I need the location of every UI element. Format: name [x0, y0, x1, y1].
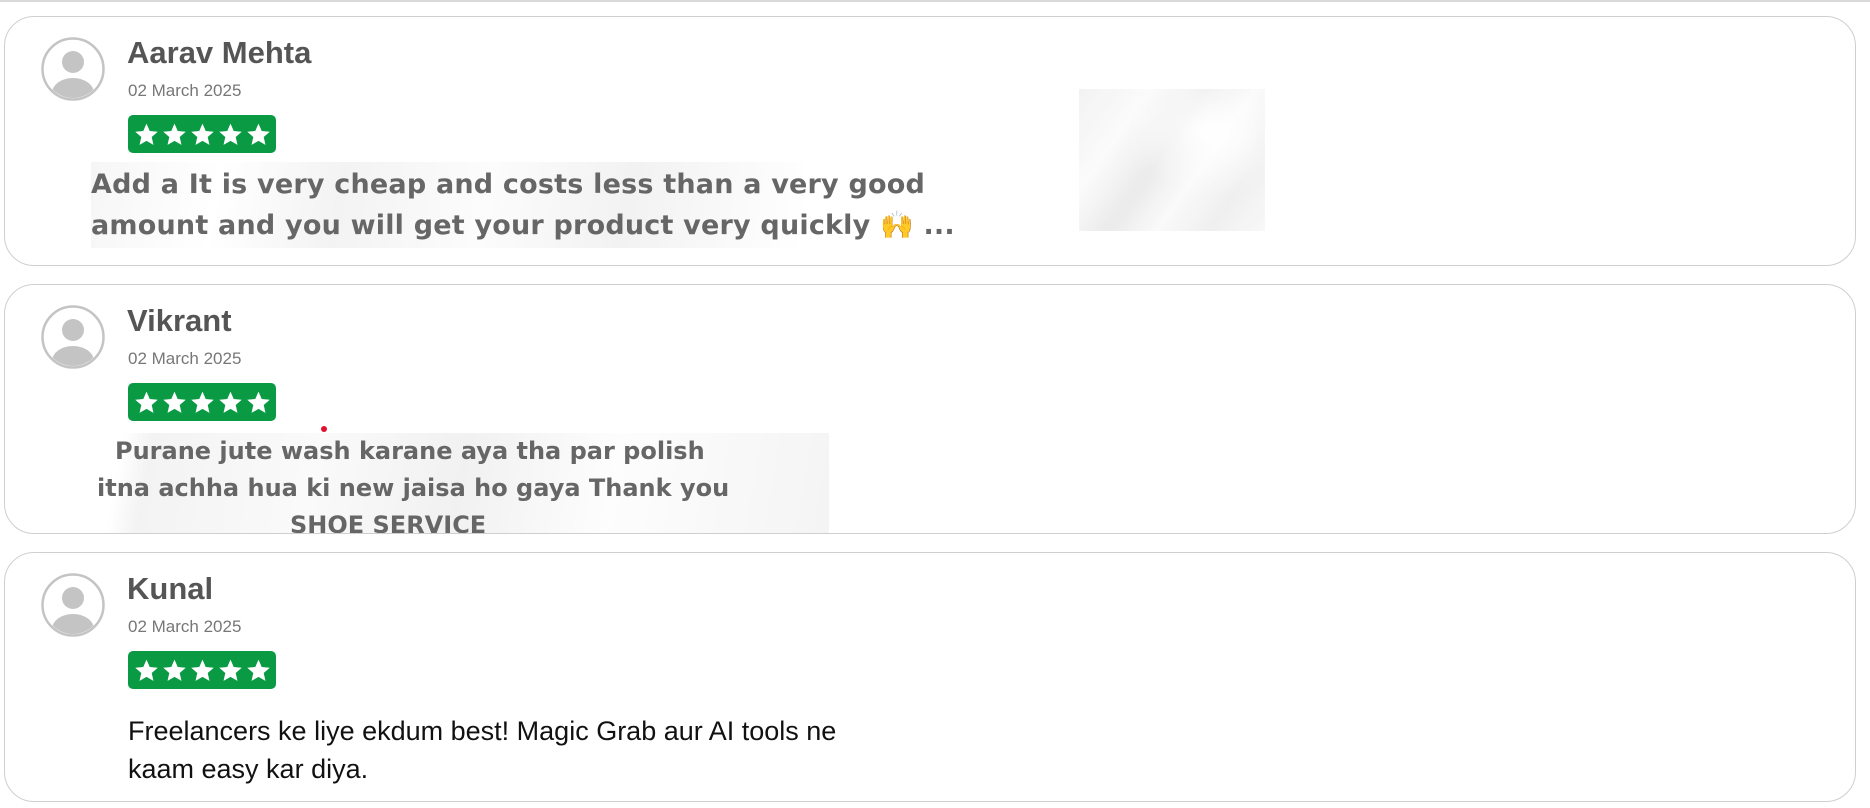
review-card: Kunal 02 March 2025 Freelancers ke liye …	[4, 552, 1856, 802]
top-divider	[0, 0, 1870, 2]
review-text-image: Add a It is very cheap and costs less th…	[91, 162, 955, 248]
star-icon	[134, 659, 158, 681]
review-card: Aarav Mehta 02 March 2025 Add a It is ve…	[4, 16, 1856, 266]
reviewer-name: Vikrant	[127, 303, 232, 338]
star-icon	[190, 391, 214, 413]
review-text-line: Purane jute wash karane aya tha par poli…	[115, 437, 705, 465]
star-rating-badge	[128, 383, 276, 421]
star-icon	[162, 391, 186, 413]
review-text-image: Purane jute wash karane aya tha par poli…	[93, 433, 829, 534]
star-icon	[218, 123, 242, 145]
review-photo-thumbnail[interactable]	[1079, 89, 1265, 231]
user-avatar-icon	[41, 305, 105, 369]
star-icon	[218, 659, 242, 681]
reviewer-name: Aarav Mehta	[127, 35, 312, 70]
review-date: 02 March 2025	[128, 617, 242, 636]
review-text-line: Add a It is very cheap and costs less th…	[91, 169, 926, 200]
review-date: 02 March 2025	[128, 349, 242, 368]
star-icon	[218, 391, 242, 413]
star-rating-badge	[128, 651, 276, 689]
star-icon	[162, 659, 186, 681]
star-icon	[246, 123, 270, 145]
reviewer-name: Kunal	[127, 571, 214, 606]
star-rating-badge	[128, 115, 276, 153]
star-icon	[190, 659, 214, 681]
review-card: Vikrant 02 March 2025 Purane jute wash k…	[4, 284, 1856, 534]
star-icon	[134, 391, 158, 413]
star-icon	[246, 391, 270, 413]
star-icon	[246, 659, 270, 681]
user-avatar-icon	[41, 573, 105, 637]
review-text-line: amount and you will get your product ver…	[91, 210, 955, 241]
user-avatar-icon	[41, 37, 105, 101]
star-icon	[162, 123, 186, 145]
star-icon	[190, 123, 214, 145]
review-date: 02 March 2025	[128, 81, 242, 100]
star-icon	[134, 123, 158, 145]
review-text-line: itna achha hua ki new jaisa ho gaya Than…	[97, 474, 730, 502]
cursor-indicator-dot	[321, 426, 327, 432]
review-text-line: SHOE SERVICE	[290, 511, 487, 534]
review-text: Freelancers ke liye ekdum best! Magic Gr…	[128, 716, 837, 784]
